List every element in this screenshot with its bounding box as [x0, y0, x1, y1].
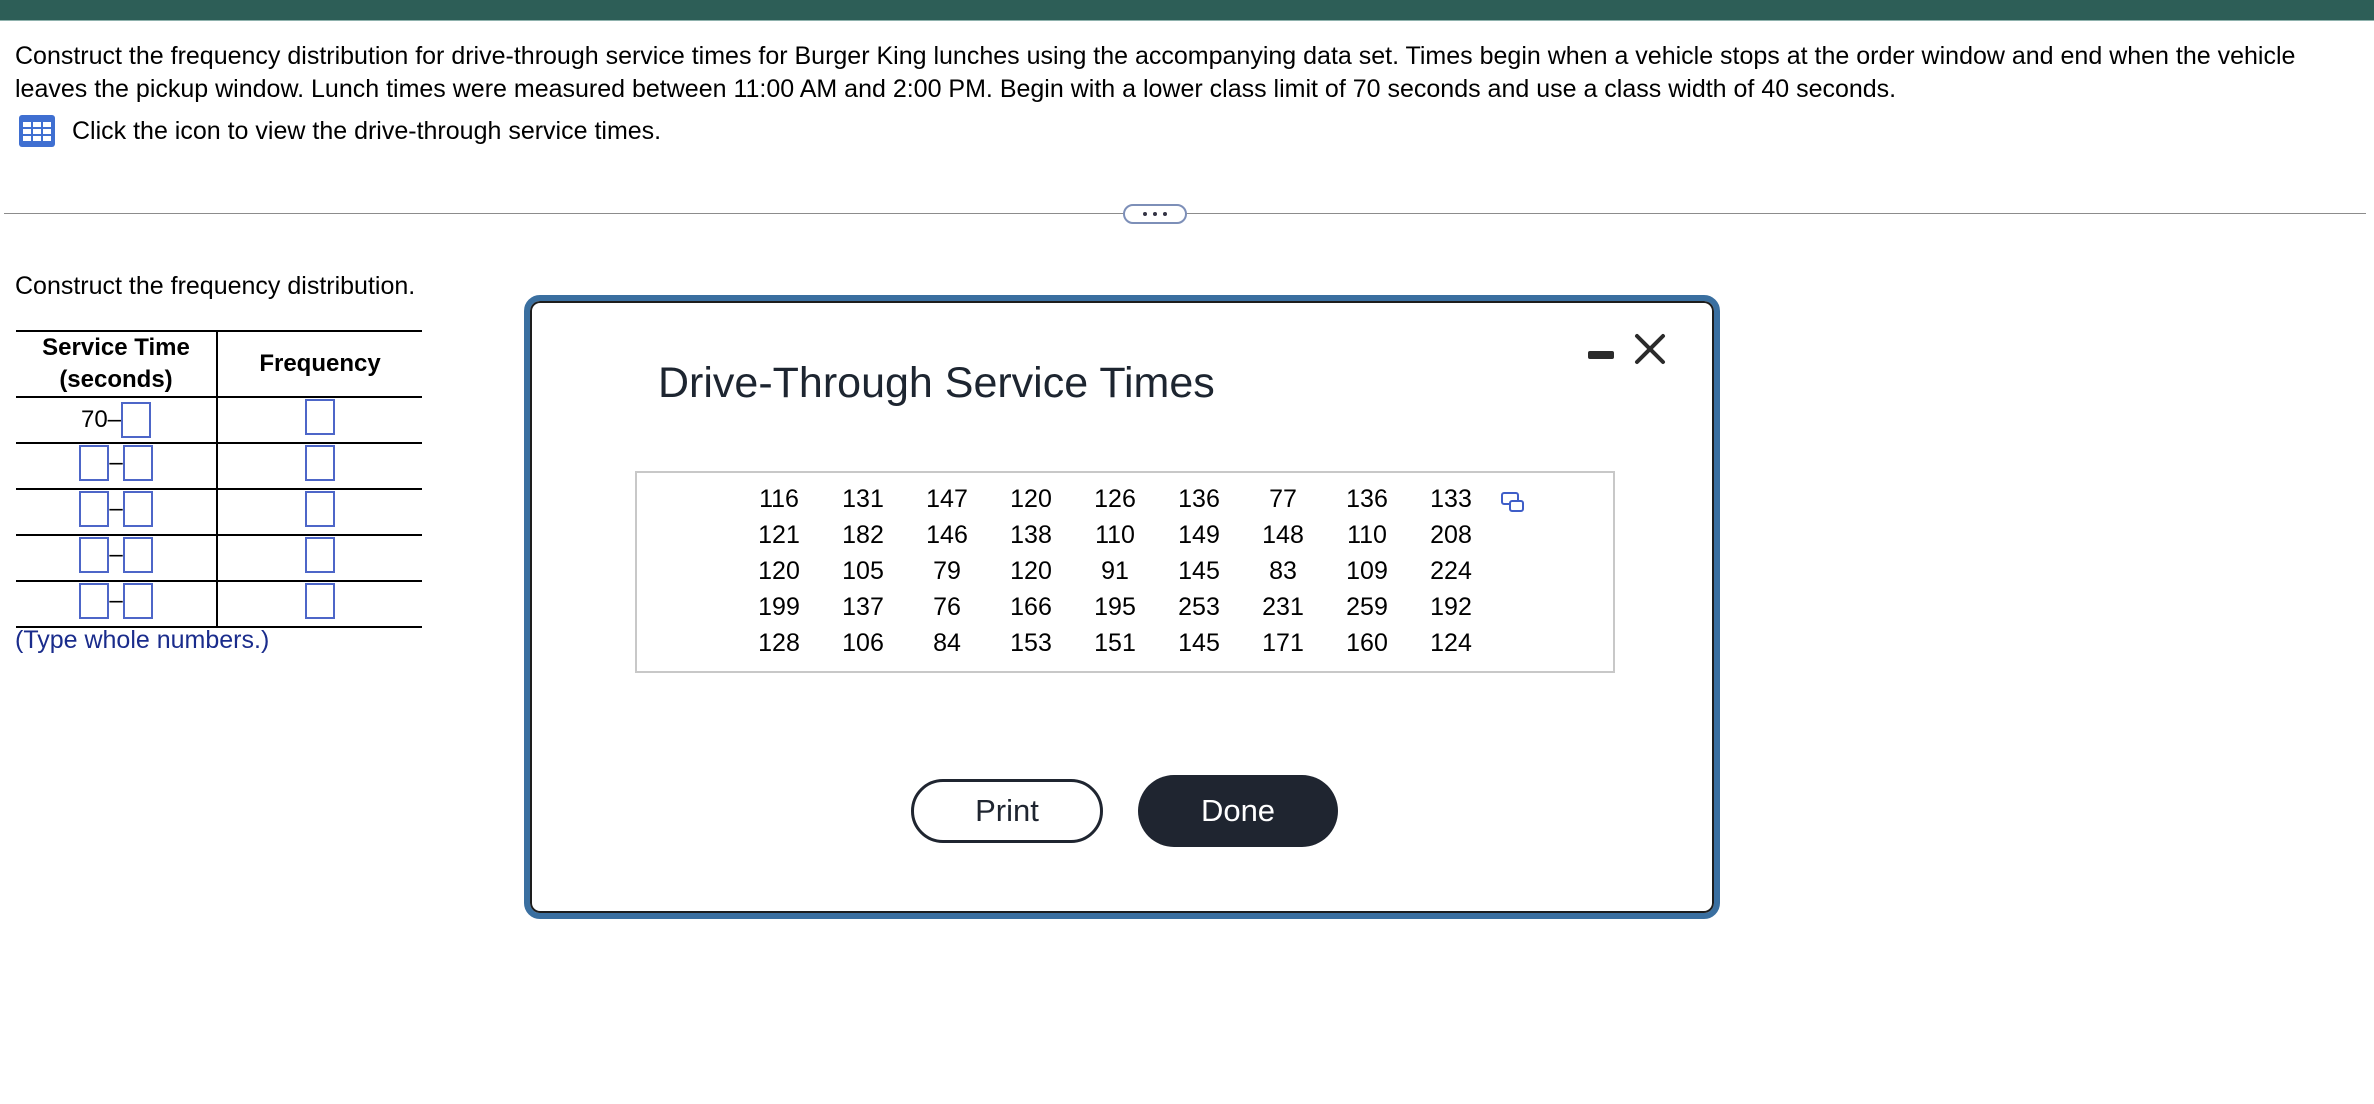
data-cell: 133 [1430, 484, 1472, 513]
header-service-time: Service Time (seconds) [16, 330, 218, 398]
data-cell: 91 [1101, 556, 1129, 585]
question-text: Construct the frequency distribution for… [15, 42, 2296, 103]
data-cell: 137 [842, 592, 884, 621]
work-prompt: Construct the frequency distribution. [15, 272, 416, 300]
minimize-icon[interactable] [1588, 351, 1614, 359]
header-frequency: Frequency [217, 330, 422, 398]
data-cell: 121 [758, 520, 800, 549]
data-cell: 138 [1010, 520, 1052, 549]
done-button[interactable]: Done [1138, 775, 1338, 847]
data-cell: 120 [1010, 484, 1052, 513]
data-cell: 131 [842, 484, 884, 513]
print-button[interactable]: Print [911, 779, 1103, 843]
data-cell: 160 [1346, 628, 1388, 657]
data-cell: 120 [758, 556, 800, 585]
data-cell: 145 [1178, 556, 1220, 585]
top-bar-divider [0, 20, 2374, 21]
data-cell: 147 [926, 484, 968, 513]
data-cell: 182 [842, 520, 884, 549]
data-cell: 76 [933, 592, 961, 621]
data-cell: 151 [1094, 628, 1136, 657]
data-box: 116 131 147 120 126 136 77 136 133 121 182 146 138 11… [635, 471, 1615, 673]
upper-limit-input[interactable] [123, 536, 153, 573]
data-cell: 146 [926, 520, 968, 549]
table-row: – [16, 581, 422, 628]
data-cell: 166 [1010, 592, 1052, 621]
class-dash: – [109, 586, 123, 614]
data-cell: 77 [1269, 484, 1297, 513]
frequency-input[interactable] [305, 490, 335, 527]
data-table-icon[interactable] [18, 114, 56, 148]
data-cell: 231 [1262, 592, 1304, 621]
data-cell: 84 [933, 628, 961, 657]
table-row: – [16, 489, 422, 536]
data-cell: 110 [1095, 520, 1135, 549]
frequency-table: Service Time (seconds) Frequency 70 – – [16, 330, 422, 628]
data-cell: 208 [1430, 520, 1472, 549]
data-cell: 153 [1010, 628, 1052, 657]
ellipsis-icon[interactable] [1123, 204, 1187, 224]
lower-limit-input[interactable] [79, 536, 109, 573]
data-cell: 149 [1178, 520, 1220, 549]
data-cell: 83 [1269, 556, 1297, 585]
top-bar [0, 0, 2374, 20]
data-cell: 136 [1346, 484, 1388, 513]
service-times-table: 116 131 147 120 126 136 77 136 133 121 182 146 138 11… [737, 481, 1493, 661]
frequency-input[interactable] [305, 582, 335, 619]
data-cell: 195 [1094, 592, 1136, 621]
modal-title: Drive-Through Service Times [658, 359, 1215, 407]
data-cell: 109 [1346, 556, 1388, 585]
close-icon[interactable] [1628, 327, 1672, 371]
lower-limit-input[interactable] [79, 490, 109, 527]
upper-limit-input[interactable] [123, 582, 153, 619]
data-cell: 224 [1430, 556, 1472, 585]
table-row: 70 – [16, 397, 422, 444]
data-cell: 253 [1178, 592, 1220, 621]
data-cell: 105 [842, 556, 884, 585]
data-cell: 128 [758, 628, 800, 657]
data-cell: 120 [1010, 556, 1052, 585]
data-cell: 148 [1262, 520, 1304, 549]
table-row: – [16, 443, 422, 490]
data-cell: 199 [758, 592, 800, 621]
lower-limit-input[interactable] [79, 582, 109, 619]
class-dash: – [107, 406, 122, 433]
table-row: 121 182 146 138 110 149 148 110 208 [737, 517, 1493, 553]
upper-limit-input[interactable] [123, 490, 153, 527]
upper-limit-input[interactable] [123, 444, 153, 481]
class-dash: – [109, 494, 123, 522]
table-row: – [16, 535, 422, 582]
type-whole-numbers-note: (Type whole numbers.) [15, 626, 270, 654]
lower-limit-input[interactable] [79, 444, 109, 481]
upper-limit-input[interactable] [121, 402, 152, 438]
data-cell: 126 [1094, 484, 1136, 513]
frequency-input[interactable] [305, 536, 335, 573]
data-cell: 259 [1346, 592, 1388, 621]
table-row: 199 137 76 166 195 253 231 259 192 [737, 589, 1493, 625]
data-cell: 171 [1262, 628, 1304, 657]
data-cell: 136 [1178, 484, 1220, 513]
data-link-line: Click the icon to view the drive-through… [18, 114, 661, 148]
table-row: 128 106 84 153 151 145 171 160 124 [737, 625, 1493, 661]
data-modal: Drive-Through Service Times 116 131 147 120… [524, 295, 1720, 919]
data-cell: 116 [759, 484, 799, 513]
data-link-text: Click the icon to view the drive-through… [72, 116, 662, 145]
class-dash: – [109, 540, 123, 568]
frequency-input[interactable] [305, 444, 335, 481]
frequency-input[interactable] [305, 398, 335, 435]
class-dash: – [109, 448, 123, 476]
table-row: 120 105 79 120 91 145 83 109 224 [737, 553, 1493, 589]
copy-icon[interactable] [1501, 491, 1525, 513]
data-cell: 145 [1178, 628, 1220, 657]
data-cell: 110 [1347, 520, 1387, 549]
data-cell: 192 [1430, 592, 1472, 621]
first-lower-limit: 70 [80, 406, 108, 433]
data-cell: 124 [1430, 628, 1472, 657]
data-cell: 106 [842, 628, 884, 657]
data-cell: 79 [933, 556, 961, 585]
table-row: 116 131 147 120 126 136 77 136 133 [737, 481, 1493, 517]
